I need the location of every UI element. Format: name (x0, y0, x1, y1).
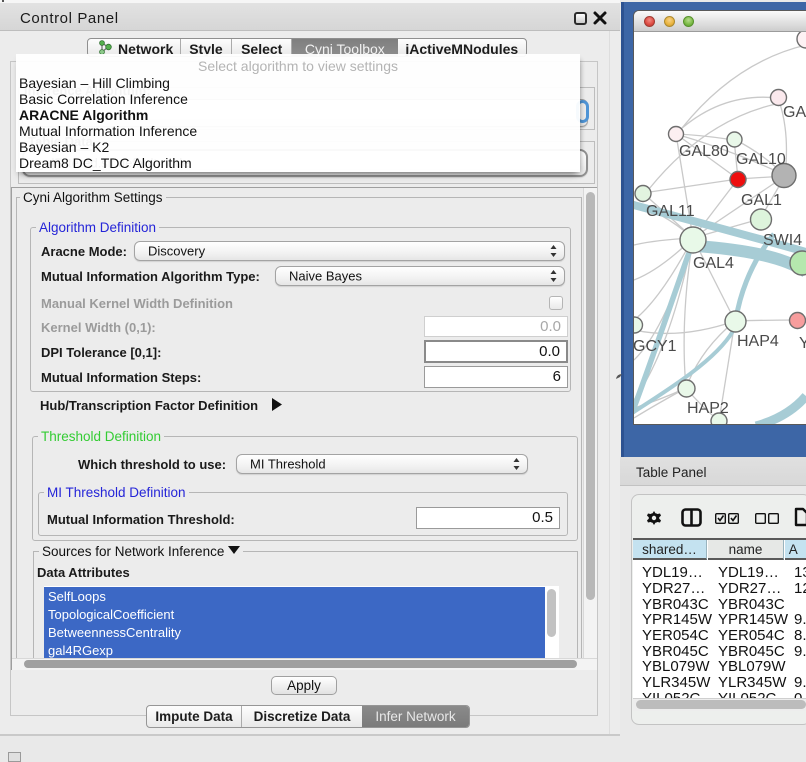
svg-text:GAL80: GAL80 (679, 143, 729, 160)
svg-text:SWI4: SWI4 (763, 232, 802, 249)
svg-text:GCY1: GCY1 (634, 338, 677, 355)
svg-text:GAL11: GAL11 (646, 203, 695, 220)
svg-text:YD: YD (799, 335, 806, 352)
svg-text:GAL4: GAL4 (693, 255, 734, 272)
svg-text:GAL7: GAL7 (783, 104, 806, 121)
svg-text:GAL1: GAL1 (741, 192, 782, 209)
svg-text:HAP4: HAP4 (737, 333, 779, 350)
svg-text:HAP2: HAP2 (687, 400, 729, 417)
svg-text:GAL10: GAL10 (736, 151, 786, 168)
